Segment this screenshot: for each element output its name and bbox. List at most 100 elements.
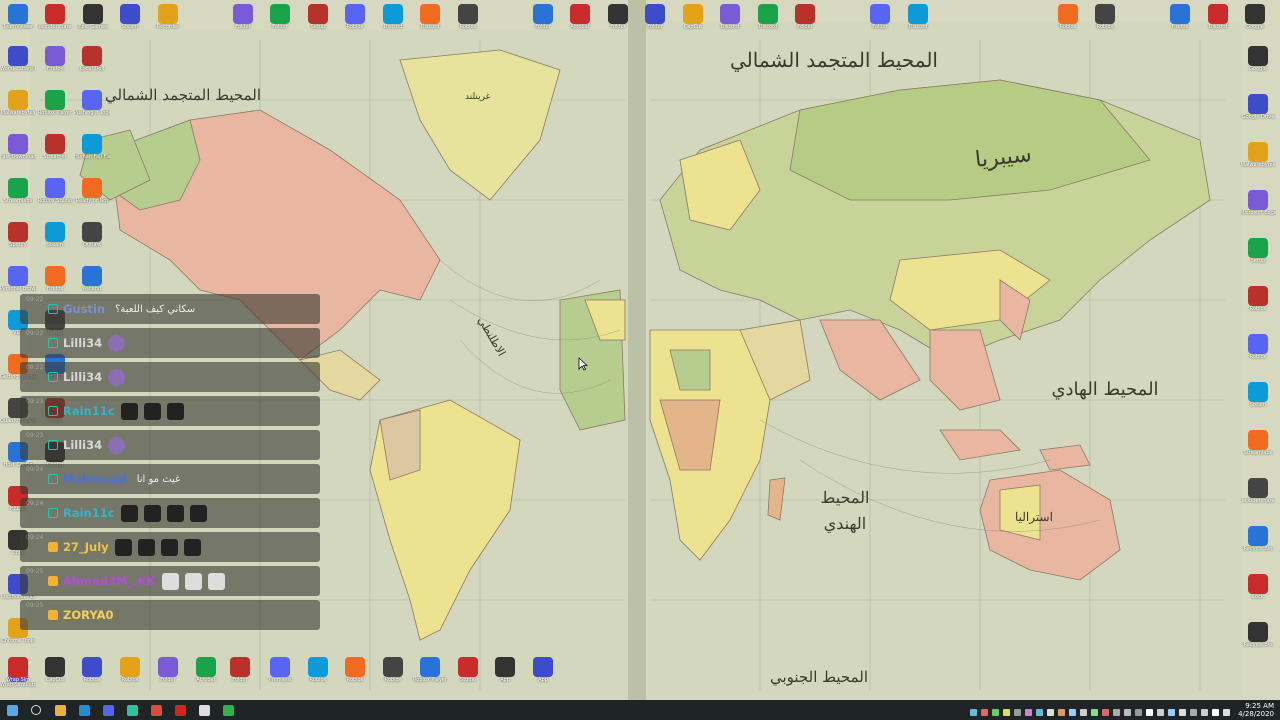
desktop-shortcut[interactable]: Recycle Bin: [1240, 524, 1276, 564]
desktop-shortcut[interactable]: Discord: [1200, 2, 1236, 42]
tray-icon[interactable]: [1003, 708, 1011, 716]
desktop-shortcut[interactable]: Setup: [300, 2, 336, 42]
chat-username[interactable]: Lilli34: [63, 370, 102, 384]
chat-username[interactable]: Lilli34: [63, 438, 102, 452]
desktop-shortcut[interactable]: Firefox: [37, 44, 73, 84]
chat-username[interactable]: Rain11c: [63, 506, 115, 520]
tray-icon[interactable]: [1212, 708, 1220, 716]
desktop-shortcut[interactable]: Folder: [262, 2, 298, 42]
desktop-shortcut[interactable]: Steam: [37, 220, 73, 260]
chat-username[interactable]: Mahmoud: [63, 472, 127, 486]
desktop-shortcut[interactable]: Streamlabs: [0, 176, 36, 216]
desktop-shortcut[interactable]: Wrap Sim: [0, 655, 36, 695]
desktop-shortcut[interactable]: Roblox: [1050, 2, 1086, 42]
desktop-shortcut[interactable]: Roblox: [1087, 2, 1123, 42]
desktop-shortcut[interactable]: Roblox: [112, 655, 148, 695]
desktop-shortcut[interactable]: CapCut: [37, 655, 73, 695]
taskbar-acrobat-button[interactable]: [168, 700, 192, 720]
desktop-shortcut[interactable]: Malwarebytes: [1240, 140, 1276, 180]
tray-icon[interactable]: [1058, 708, 1066, 716]
desktop-shortcut[interactable]: Discord: [375, 2, 411, 42]
tray-icon[interactable]: [1179, 708, 1187, 716]
desktop-shortcut[interactable]: Folder: [225, 2, 261, 42]
desktop-shortcut[interactable]: Outlast: [74, 220, 110, 260]
tray-icon[interactable]: [1201, 708, 1209, 716]
taskbar-search-button[interactable]: [24, 700, 48, 720]
desktop-shortcut[interactable]: Google Drive: [1240, 92, 1276, 132]
desktop-shortcut[interactable]: Roblox: [337, 2, 373, 42]
tray-icon[interactable]: [1047, 708, 1055, 716]
desktop-shortcut[interactable]: Spotify: [0, 220, 36, 260]
tray-icon[interactable]: [1168, 708, 1176, 716]
chat-username[interactable]: ZORYA0: [63, 608, 113, 622]
desktop-shortcut[interactable]: Malwarebytes: [0, 88, 36, 128]
chat-username[interactable]: 27_July: [63, 540, 109, 554]
desktop-shortcut[interactable]: Streamer: [37, 132, 73, 172]
desktop-shortcut[interactable]: Studio: [450, 655, 486, 695]
chat-username[interactable]: Rain11c: [63, 404, 115, 418]
desktop-shortcut[interactable]: Epic Games: [75, 2, 111, 42]
tray-icon[interactable]: [1036, 708, 1044, 716]
desktop-shortcut[interactable]: Roblox: [450, 2, 486, 42]
desktop-shortcut[interactable]: Folder: [787, 2, 823, 42]
desktop-shortcut[interactable]: Wondershare: [1240, 476, 1276, 516]
desktop-shortcut[interactable]: Steam: [112, 2, 148, 42]
desktop-shortcut[interactable]: Pushing It Together: [74, 88, 110, 128]
desktop-shortcut[interactable]: Folder: [637, 2, 673, 42]
desktop-shortcut[interactable]: Roblox: [375, 655, 411, 695]
desktop-shortcut[interactable]: Discord: [750, 2, 786, 42]
desktop-shortcut[interactable]: Acrobat: [188, 655, 224, 695]
desktop-shortcut[interactable]: Premiere: [262, 655, 298, 695]
desktop-shortcut[interactable]: Folder: [525, 2, 561, 42]
tray-icon[interactable]: [970, 708, 978, 716]
desktop-shortcut[interactable]: Ready or Not: [74, 176, 110, 216]
chat-username[interactable]: Ahmed3M_.KK: [63, 574, 156, 588]
desktop-shortcut[interactable]: Roblox: [74, 655, 110, 695]
tray-icon[interactable]: [1025, 708, 1033, 716]
desktop-shortcut[interactable]: Lock: [1240, 572, 1276, 612]
tray-icon[interactable]: [992, 708, 1000, 716]
tray-icon[interactable]: [1146, 708, 1154, 716]
desktop-shortcut[interactable]: Roblox Player: [37, 88, 73, 128]
desktop-shortcut[interactable]: Discord: [412, 2, 448, 42]
desktop-shortcut[interactable]: Google: [1240, 44, 1276, 84]
desktop-shortcut[interactable]: Microsoft Edge: [1240, 188, 1276, 228]
desktop-shortcut[interactable]: Folder: [600, 2, 636, 42]
desktop-shortcut[interactable]: Folder: [150, 655, 186, 695]
taskbar-clock[interactable]: 9:25 AM 4/28/2020: [1232, 702, 1280, 718]
tray-icon[interactable]: [1080, 708, 1088, 716]
desktop-shortcut[interactable]: Roblox: [300, 655, 336, 695]
tray-icon[interactable]: [1091, 708, 1099, 716]
desktop-shortcut[interactable]: Wondershare PDFelement: [0, 44, 36, 84]
desktop-shortcut[interactable]: App: [487, 655, 523, 695]
desktop-shortcut[interactable]: Folder: [862, 2, 898, 42]
desktop-shortcut[interactable]: Folder: [222, 655, 258, 695]
tray-icon[interactable]: [1190, 708, 1198, 716]
desktop-shortcut[interactable]: Roblox: [1240, 284, 1276, 324]
chat-username[interactable]: Lilli34: [63, 336, 102, 350]
desktop-shortcut[interactable]: Local Doll: [74, 44, 110, 84]
taskbar-chrome-button[interactable]: [144, 700, 168, 720]
desktop-shortcut[interactable]: Streamlabs: [1240, 428, 1276, 468]
taskbar-roblox-button[interactable]: [192, 700, 216, 720]
desktop-shortcut[interactable]: Discord: [900, 2, 936, 42]
desktop-shortcut[interactable]: Setup: [1240, 236, 1276, 276]
taskbar-start-button[interactable]: [0, 700, 24, 720]
desktop-shortcut[interactable]: Firefox: [1162, 2, 1198, 42]
tray-icon[interactable]: [981, 708, 989, 716]
tray-icon[interactable]: [1069, 708, 1077, 716]
tray-icon[interactable]: [1113, 708, 1121, 716]
desktop-shortcut[interactable]: Wondershare: [37, 2, 73, 42]
taskbar-file-explorer-button[interactable]: [48, 700, 72, 720]
desktop-shortcut[interactable]: CapCut: [675, 2, 711, 42]
desktop-shortcut[interactable]: App: [525, 655, 561, 695]
taskbar-streamlabs-button[interactable]: [120, 700, 144, 720]
tray-icon[interactable]: [1014, 708, 1022, 716]
tray-icon[interactable]: [1157, 708, 1165, 716]
desktop-shortcut[interactable]: Recorder: [150, 2, 186, 42]
desktop-shortcut[interactable]: Roblox Player: [412, 655, 448, 695]
desktop-shortcut[interactable]: Steam: [1240, 380, 1276, 420]
tray-icon[interactable]: [1135, 708, 1143, 716]
desktop-shortcut[interactable]: Roblox: [337, 655, 373, 695]
desktop-shortcut[interactable]: Roblox Studio: [37, 176, 73, 216]
